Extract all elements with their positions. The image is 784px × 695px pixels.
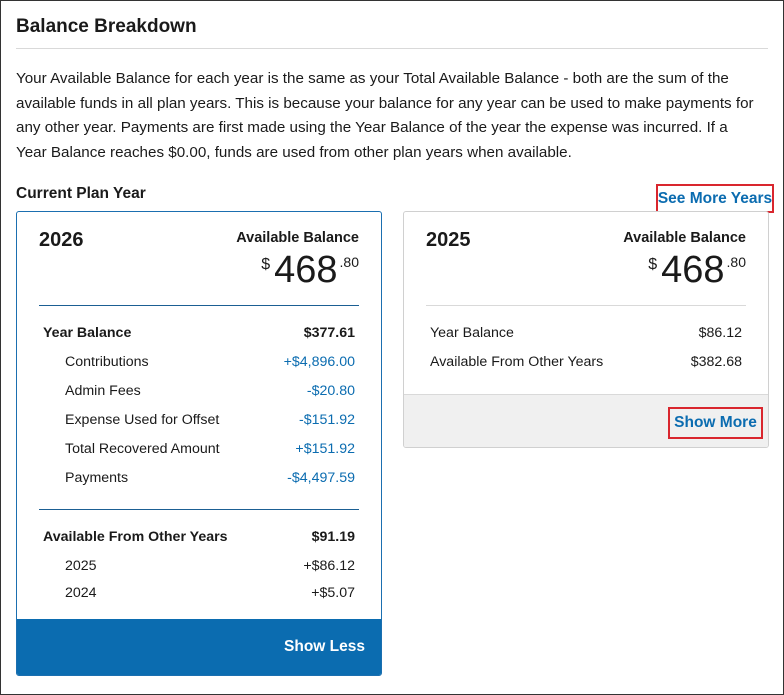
amount-cents: .80: [726, 254, 746, 270]
amount-cents: .80: [339, 254, 359, 270]
available-balance-amount: $ 468 .80: [261, 248, 359, 292]
show-less-button[interactable]: Show Less: [17, 619, 381, 675]
row-value[interactable]: +$151.92: [295, 441, 355, 457]
row-label: 2024: [65, 585, 97, 601]
row-label: 2025: [65, 558, 97, 574]
row-label: Available From Other Years: [43, 529, 228, 545]
row-value: $382.68: [690, 354, 742, 370]
row-value: $91.19: [311, 529, 355, 545]
card-divider: [39, 305, 359, 306]
other-years-row: Available From Other Years $382.68: [430, 352, 742, 372]
detail-row: Payments -$4,497.59: [65, 468, 355, 488]
row-label: Expense Used for Offset: [65, 412, 220, 428]
balance-breakdown-panel: Balance Breakdown Your Available Balance…: [0, 0, 784, 695]
intro-paragraph: Your Available Balance for each year is …: [16, 70, 754, 161]
card-divider: [426, 305, 746, 306]
row-label: Year Balance: [43, 325, 132, 341]
plan-year-card-2026: 2026 Available Balance $ 468 .80 Year Ba…: [16, 211, 382, 676]
year-balance-row: Year Balance $86.12: [430, 323, 742, 343]
show-more-button[interactable]: Show More: [668, 407, 763, 439]
row-label: Payments: [65, 470, 129, 486]
see-more-years-link[interactable]: See More Years: [656, 184, 774, 213]
current-plan-year-label: Current Plan Year: [16, 185, 146, 202]
row-label: Total Recovered Amount: [65, 441, 220, 457]
card-year: 2025: [426, 229, 471, 251]
detail-row: Admin Fees -$20.80: [65, 381, 355, 401]
card-divider: [39, 509, 359, 510]
row-value[interactable]: +$4,896.00: [284, 354, 355, 370]
year-balance-row: Year Balance $377.61: [43, 323, 355, 343]
row-label: Admin Fees: [65, 383, 141, 399]
title-divider: [16, 48, 768, 49]
row-value[interactable]: -$151.92: [299, 412, 355, 428]
row-label: Contributions: [65, 354, 149, 370]
plan-year-card-2025: 2025 Available Balance $ 468 .80 Year Ba…: [403, 211, 769, 448]
row-label: Available From Other Years: [430, 354, 604, 370]
row-value: +$86.12: [303, 558, 355, 574]
row-value: $86.12: [698, 325, 742, 341]
other-year-item: 2025 +$86.12: [65, 556, 355, 576]
amount-whole: 468: [661, 249, 725, 291]
row-label: Year Balance: [430, 325, 514, 341]
row-value[interactable]: -$20.80: [307, 383, 355, 399]
detail-row: Expense Used for Offset -$151.92: [65, 410, 355, 430]
amount-whole: 468: [274, 249, 338, 291]
currency-symbol: $: [261, 256, 271, 273]
page-title: Balance Breakdown: [16, 16, 197, 37]
currency-symbol: $: [648, 256, 658, 273]
other-years-row: Available From Other Years $91.19: [43, 527, 355, 547]
other-year-item: 2024 +$5.07: [65, 583, 355, 603]
available-balance-label: Available Balance: [623, 230, 746, 246]
detail-row: Total Recovered Amount +$151.92: [65, 439, 355, 459]
available-balance-label: Available Balance: [236, 230, 359, 246]
row-value[interactable]: -$4,497.59: [287, 470, 355, 486]
row-value: +$5.07: [311, 585, 355, 601]
card-year: 2026: [39, 229, 84, 251]
available-balance-amount: $ 468 .80: [648, 248, 746, 292]
row-value: $377.61: [303, 325, 355, 341]
detail-row: Contributions +$4,896.00: [65, 352, 355, 372]
